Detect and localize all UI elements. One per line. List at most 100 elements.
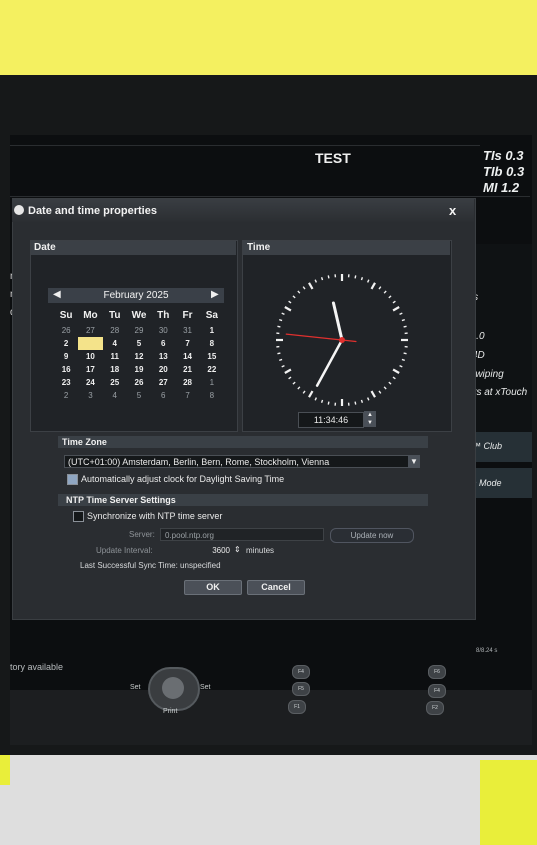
clock-minute-tick — [378, 390, 382, 394]
clock-minute-tick — [388, 381, 392, 385]
calendar-day[interactable]: 8 — [200, 337, 224, 350]
calendar-day[interactable]: 13 — [151, 350, 175, 363]
weekday-header: Th — [157, 310, 170, 321]
update-now-button[interactable]: Update now — [330, 528, 414, 543]
calendar-day[interactable]: 10 — [78, 350, 102, 363]
calendar-week: 2 45678 — [54, 337, 224, 350]
calendar-day[interactable]: 2 — [54, 389, 78, 402]
clock-minute-tick — [354, 275, 357, 279]
calendar-day[interactable]: 30 — [151, 324, 175, 337]
calendar-day[interactable]: 28 — [175, 376, 199, 389]
clock-minute-tick — [277, 352, 281, 355]
clock-minute-tick — [314, 279, 318, 283]
clock-minute-tick — [399, 364, 403, 368]
calendar-day[interactable]: 3 — [78, 389, 102, 402]
exam-title: TEST — [315, 150, 351, 166]
calendar-day[interactable]: 15 — [200, 350, 224, 363]
calendar-day[interactable]: 11 — [103, 350, 127, 363]
calendar-day[interactable]: 24 — [78, 376, 102, 389]
function-key[interactable]: F5 — [292, 682, 310, 696]
time-input[interactable]: 11:34:46 — [298, 412, 364, 428]
time-spinner[interactable]: ▲ ▼ — [364, 411, 376, 427]
calendar-day[interactable]: 4 — [103, 389, 127, 402]
clock-second-hand — [285, 333, 357, 343]
calendar-day[interactable]: 31 — [175, 324, 199, 337]
timezone-select[interactable]: (UTC+01:00) Amsterdam, Berlin, Bern, Rom… — [64, 455, 414, 468]
calendar-day[interactable]: 7 — [175, 389, 199, 402]
interval-spinner[interactable]: ⇕ — [234, 545, 241, 554]
print-label[interactable]: Print — [163, 708, 177, 715]
calendar-day[interactable]: 2 — [54, 337, 78, 350]
calendar-day[interactable]: 22 — [200, 363, 224, 376]
function-key[interactable]: F4 — [292, 665, 310, 679]
clock-minute-tick — [399, 312, 403, 316]
clock-hour-tick — [308, 390, 314, 398]
ok-button[interactable]: OK — [184, 580, 242, 595]
set-right-label[interactable]: Set — [200, 684, 211, 691]
calendar-day[interactable]: 12 — [127, 350, 151, 363]
close-icon[interactable]: x — [449, 203, 456, 218]
time-section-header — [243, 241, 450, 255]
calendar-day[interactable]: 26 — [127, 376, 151, 389]
cancel-button[interactable]: Cancel — [247, 580, 305, 595]
calendar-day[interactable]: 5 — [127, 389, 151, 402]
clock-minute-tick — [366, 279, 370, 283]
calendar-day[interactable]: 16 — [54, 363, 78, 376]
interval-unit: minutes — [246, 546, 275, 555]
calendar-day[interactable]: 14 — [175, 350, 199, 363]
set-left-label[interactable]: Set — [130, 684, 141, 691]
calendar-day[interactable]: 6 — [151, 389, 175, 402]
clock-minute-tick — [277, 325, 281, 328]
calendar-grid: Su Mo Tu We Th Fr Sa 26 27 28 29 30 31 1 2 4 5 6 7 8 9 10 11 12… — [54, 308, 224, 402]
clock-hour-tick — [392, 306, 400, 312]
prev-month-button[interactable]: ◀ — [53, 289, 61, 300]
calendar-day[interactable]: 27 — [151, 376, 175, 389]
calendar-day[interactable]: 20 — [151, 363, 175, 376]
clock-minute-tick — [292, 295, 296, 299]
calendar-day[interactable]: 25 — [103, 376, 127, 389]
clock-minute-tick — [292, 381, 296, 385]
clock-minute-tick — [383, 290, 387, 294]
calendar-day[interactable]: 21 — [175, 363, 199, 376]
function-key[interactable]: F2 — [426, 701, 444, 715]
calendar-day[interactable]: 29 — [127, 324, 151, 337]
calendar-day[interactable]: 1 — [200, 324, 224, 337]
server-input[interactable]: 0.pool.ntp.org — [160, 528, 324, 541]
clock-minute-tick — [360, 277, 364, 281]
calendar-day[interactable]: 19 — [127, 363, 151, 376]
calendar-day[interactable]: 17 — [78, 363, 102, 376]
dialog-title: Date and time properties — [28, 205, 157, 217]
clock-hour-tick — [284, 306, 292, 312]
function-key[interactable]: F4 — [428, 684, 446, 698]
calendar-day[interactable]: 6 — [151, 337, 175, 350]
calendar-day[interactable]: 28 — [103, 324, 127, 337]
clock-minute-tick — [320, 399, 324, 403]
ntp-section-title: NTP Time Server Settings — [66, 495, 176, 505]
function-key[interactable]: F1 — [288, 700, 306, 714]
calendar-day[interactable]: 5 — [127, 337, 151, 350]
calendar-day[interactable]: 9 — [54, 350, 78, 363]
calendar-day[interactable]: 1 — [200, 376, 224, 389]
calendar-day[interactable]: 18 — [103, 363, 127, 376]
calendar-week: 16 17 18 19 20 21 22 — [54, 363, 224, 376]
calendar-day[interactable] — [78, 337, 103, 350]
calendar-day[interactable]: 8 — [200, 389, 224, 402]
calendar-day[interactable]: 4 — [103, 337, 127, 350]
clock-minute-tick — [388, 295, 392, 299]
calendar-day[interactable]: 23 — [54, 376, 78, 389]
dst-checkbox[interactable] — [67, 474, 78, 485]
cursor-icon — [162, 677, 184, 699]
clock-minute-tick — [288, 376, 292, 380]
chevron-down-icon[interactable]: ▼ — [408, 455, 420, 468]
console-panel — [10, 690, 532, 745]
calendar-day[interactable]: 7 — [175, 337, 199, 350]
next-month-button[interactable]: ▶ — [211, 289, 219, 300]
function-key[interactable]: F6 — [428, 665, 446, 679]
status-readout: 8/8.24 s — [476, 648, 498, 654]
calendar-day[interactable]: 27 — [78, 324, 102, 337]
ntp-sync-checkbox[interactable] — [73, 511, 84, 522]
interval-input[interactable]: 3600 — [205, 546, 230, 555]
calendar-day[interactable]: 26 — [54, 324, 78, 337]
background-yellow-wall — [0, 0, 537, 75]
clock-minute-tick — [354, 401, 357, 405]
